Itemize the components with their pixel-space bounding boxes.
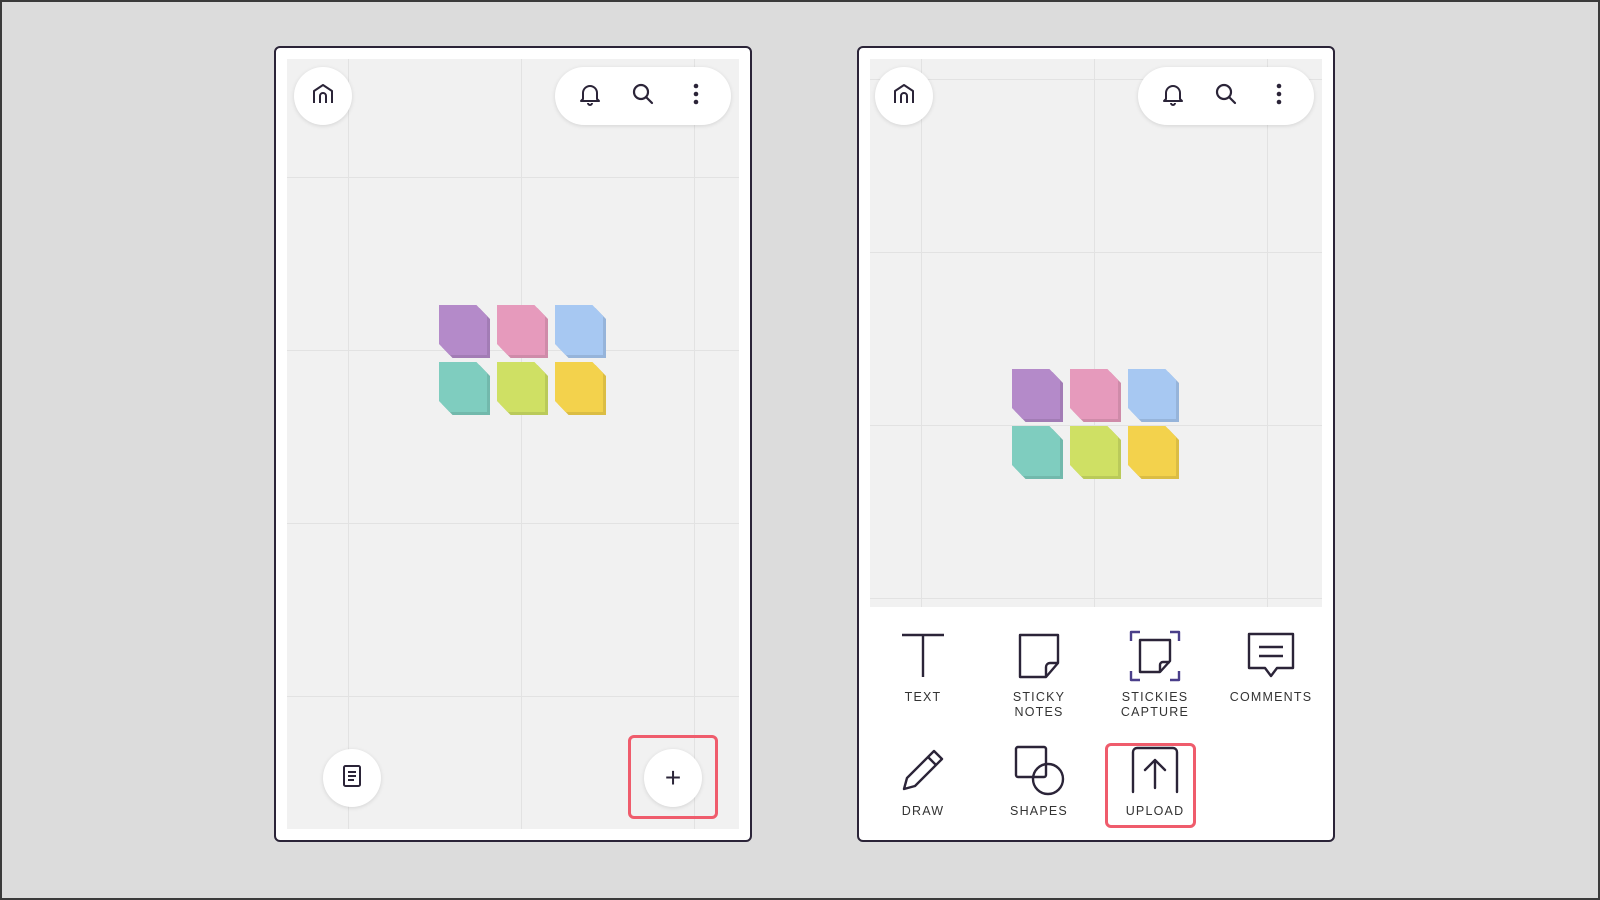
sticky-note-pink[interactable] — [497, 305, 548, 358]
plus-icon: + — [664, 762, 682, 793]
notifications-button[interactable] — [570, 76, 610, 116]
search-button[interactable] — [623, 76, 663, 116]
board-canvas[interactable]: + — [287, 59, 739, 829]
sticky-note-blue[interactable] — [1128, 369, 1179, 422]
sticky-note-teal[interactable] — [439, 362, 490, 415]
tool-draw[interactable]: DRAW — [868, 742, 978, 819]
more-vertical-icon — [1266, 81, 1292, 112]
tool-sticky-notes[interactable]: STICKY NOTES — [984, 628, 1094, 720]
sticky-note-green[interactable] — [497, 362, 548, 415]
sticky-note-yellow[interactable] — [555, 362, 606, 415]
tool-upload[interactable]: UPLOAD — [1100, 742, 1210, 819]
tool-shapes[interactable]: SHAPES — [984, 742, 1094, 819]
top-action-bar — [1138, 67, 1314, 125]
pencil-icon — [868, 742, 978, 798]
bell-icon — [1160, 81, 1186, 112]
board-list-button[interactable] — [323, 749, 381, 807]
sticky-note-yellow[interactable] — [1128, 426, 1179, 479]
sticky-note-blue[interactable] — [555, 305, 606, 358]
top-action-bar — [555, 67, 731, 125]
home-button[interactable] — [294, 67, 352, 125]
sticky-note-green[interactable] — [1070, 426, 1121, 479]
sticky-notes-cluster[interactable] — [439, 305, 606, 415]
list-icon — [339, 763, 365, 794]
phone-screen-right: TEXT STICKY NOTES STICKIES CAPTURE COMME… — [857, 46, 1335, 842]
bell-icon — [577, 81, 603, 112]
sticky-note-purple[interactable] — [1012, 369, 1063, 422]
home-icon — [891, 81, 917, 112]
sticky-note-pink[interactable] — [1070, 369, 1121, 422]
search-icon — [630, 81, 656, 112]
home-icon — [310, 81, 336, 112]
sticky-note-teal[interactable] — [1012, 426, 1063, 479]
stickies-capture-icon — [1100, 628, 1210, 684]
sticky-note-icon — [984, 628, 1094, 684]
tool-text[interactable]: TEXT — [868, 628, 978, 705]
sticky-note-purple[interactable] — [439, 305, 490, 358]
tool-stickies-capture[interactable]: STICKIES CAPTURE — [1100, 628, 1210, 720]
add-button[interactable]: + — [644, 749, 702, 807]
home-button[interactable] — [875, 67, 933, 125]
text-icon — [868, 628, 978, 684]
more-options-button[interactable] — [676, 76, 716, 116]
notifications-button[interactable] — [1153, 76, 1193, 116]
board-canvas[interactable] — [870, 59, 1322, 607]
search-icon — [1213, 81, 1239, 112]
search-button[interactable] — [1206, 76, 1246, 116]
upload-icon — [1100, 742, 1210, 798]
sticky-notes-cluster[interactable] — [1012, 369, 1179, 479]
more-vertical-icon — [683, 81, 709, 112]
tool-comments[interactable]: COMMENTS — [1216, 628, 1326, 705]
comment-icon — [1216, 628, 1326, 684]
shapes-icon — [984, 742, 1094, 798]
add-content-menu: TEXT STICKY NOTES STICKIES CAPTURE COMME… — [870, 618, 1322, 828]
phone-screen-left: + — [274, 46, 752, 842]
more-options-button[interactable] — [1259, 76, 1299, 116]
